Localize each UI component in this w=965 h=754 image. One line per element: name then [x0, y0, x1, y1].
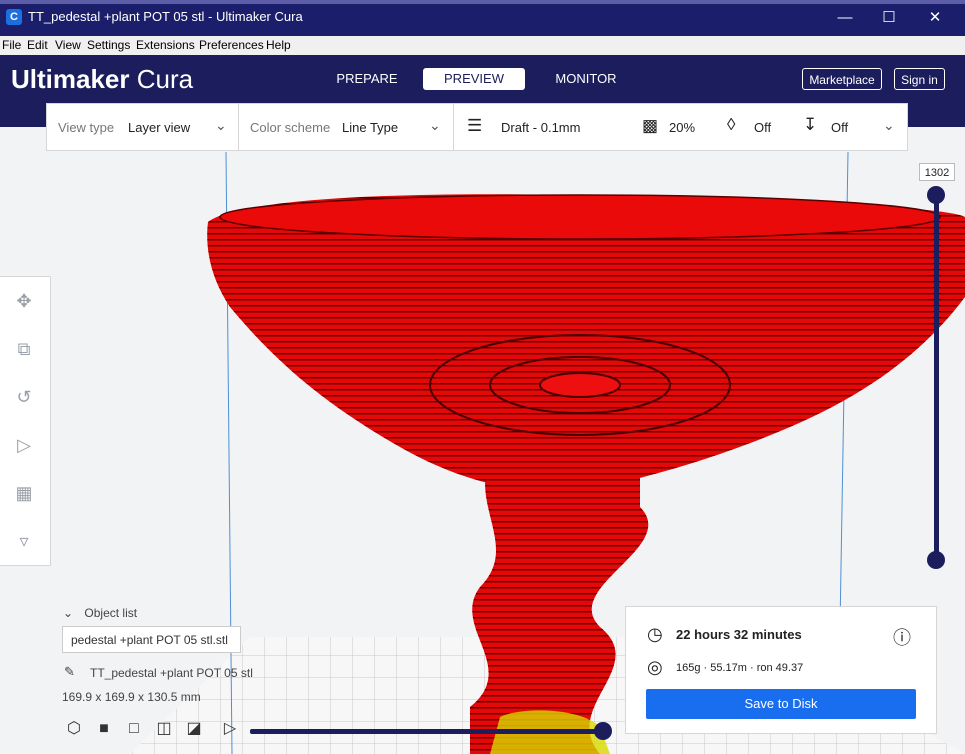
mirror-tool-icon[interactable]: ▷ — [12, 433, 36, 457]
menu-extensions[interactable]: Extensions — [136, 38, 195, 52]
spool-icon: ◎ — [647, 657, 663, 677]
close-button[interactable]: ✕ — [912, 4, 958, 32]
info-icon[interactable]: ⓘ — [893, 624, 911, 650]
menu-help[interactable]: Help — [266, 38, 291, 52]
menu-preferences[interactable]: Preferences — [199, 38, 264, 52]
tool-panel — [0, 276, 51, 566]
color-scheme-label: Color scheme — [250, 120, 331, 135]
object-name: TT_pedestal +plant POT 05 stl — [90, 666, 253, 680]
layer-slider-bottom-handle[interactable] — [927, 551, 945, 569]
print-time: 22 hours 32 minutes — [676, 627, 802, 642]
menu-settings[interactable]: Settings — [87, 38, 130, 52]
adhesion-icon: ↧ — [803, 115, 818, 134]
object-list-header[interactable]: ⌄ Object list — [63, 606, 137, 620]
toolbar-divider — [453, 104, 454, 150]
adhesion-value[interactable]: Off — [831, 120, 848, 135]
scale-tool-icon[interactable]: ⧉ — [12, 337, 36, 361]
support-icon: ◊ — [727, 115, 736, 134]
move-tool-icon[interactable]: ✥ — [12, 289, 36, 313]
view-type-label: View type — [58, 120, 115, 135]
chevron-down-icon[interactable]: ⌄ — [429, 117, 441, 134]
tab-prepare[interactable]: PREPARE — [330, 68, 404, 90]
menu-file[interactable]: File — [2, 38, 21, 52]
chevron-down-icon: ⌄ — [63, 606, 74, 620]
model-bowl-rim — [219, 194, 941, 240]
per-model-settings-icon[interactable]: ▦ — [12, 481, 36, 505]
support-value[interactable]: Off — [754, 120, 771, 135]
tab-monitor[interactable]: MONITOR — [546, 68, 626, 90]
print-settings-icon[interactable]: ☰ — [467, 116, 482, 136]
object-list-item[interactable]: pedestal +plant POT 05 stl.stl — [62, 626, 241, 653]
clock-icon: ◷ — [647, 624, 663, 644]
toolbar-divider — [238, 104, 239, 150]
material-estimate: 165g · 55.17m · ron 49.37 — [676, 662, 804, 674]
top-view-icon[interactable]: □ — [124, 719, 144, 739]
chevron-down-icon[interactable]: ⌄ — [883, 117, 895, 134]
sign-in-button[interactable]: Sign in — [894, 68, 945, 90]
view-type-dropdown[interactable]: Layer view — [128, 120, 190, 135]
layer-slider-top-handle[interactable] — [927, 186, 945, 204]
left-view-icon[interactable]: ◫ — [154, 719, 174, 739]
path-slider-handle[interactable] — [594, 722, 612, 740]
window-title: TT_pedestal +plant POT 05 stl - Ultimake… — [28, 9, 303, 24]
minimize-button[interactable]: — — [822, 4, 868, 32]
preview-toolbar: View type Layer view ⌄ Color scheme Line… — [46, 103, 908, 151]
chevron-down-icon[interactable]: ⌄ — [215, 117, 227, 134]
layer-slider-track[interactable] — [934, 195, 939, 561]
infill-icon: ▩ — [642, 116, 659, 135]
3d-view-icon[interactable]: ⬡ — [64, 719, 84, 739]
ultimaker-cura-logo: Ultimaker Cura — [11, 64, 194, 94]
menu-bar: File Edit View Settings Extensions Prefe… — [0, 36, 965, 55]
profile-label[interactable]: Draft - 0.1mm — [501, 120, 580, 135]
cura-app-icon: C — [6, 9, 22, 25]
marketplace-button[interactable]: Marketplace — [802, 68, 882, 90]
color-scheme-dropdown[interactable]: Line Type — [342, 120, 398, 135]
save-to-disk-button[interactable]: Save to Disk — [646, 689, 916, 719]
path-slider-track[interactable] — [250, 729, 602, 734]
maximize-button[interactable]: ☐ — [866, 4, 912, 32]
infill-value[interactable]: 20% — [669, 120, 695, 135]
menu-view[interactable]: View — [55, 38, 81, 52]
menu-edit[interactable]: Edit — [27, 38, 48, 52]
model-bowl-center — [539, 372, 621, 398]
play-icon[interactable]: ▷ — [220, 719, 240, 739]
layer-number-box[interactable]: 1302 — [919, 163, 955, 181]
front-view-icon[interactable]: ■ — [94, 719, 114, 739]
support-blocker-icon[interactable]: ▿ — [12, 529, 36, 553]
object-list-label: Object list — [84, 606, 138, 620]
pencil-icon[interactable]: ✎ — [64, 664, 75, 680]
rotate-tool-icon[interactable]: ↺ — [12, 385, 36, 409]
right-view-icon[interactable]: ◪ — [184, 719, 204, 739]
tab-preview[interactable]: PREVIEW — [423, 68, 525, 90]
object-dimensions: 169.9 x 169.9 x 130.5 mm — [62, 690, 201, 704]
